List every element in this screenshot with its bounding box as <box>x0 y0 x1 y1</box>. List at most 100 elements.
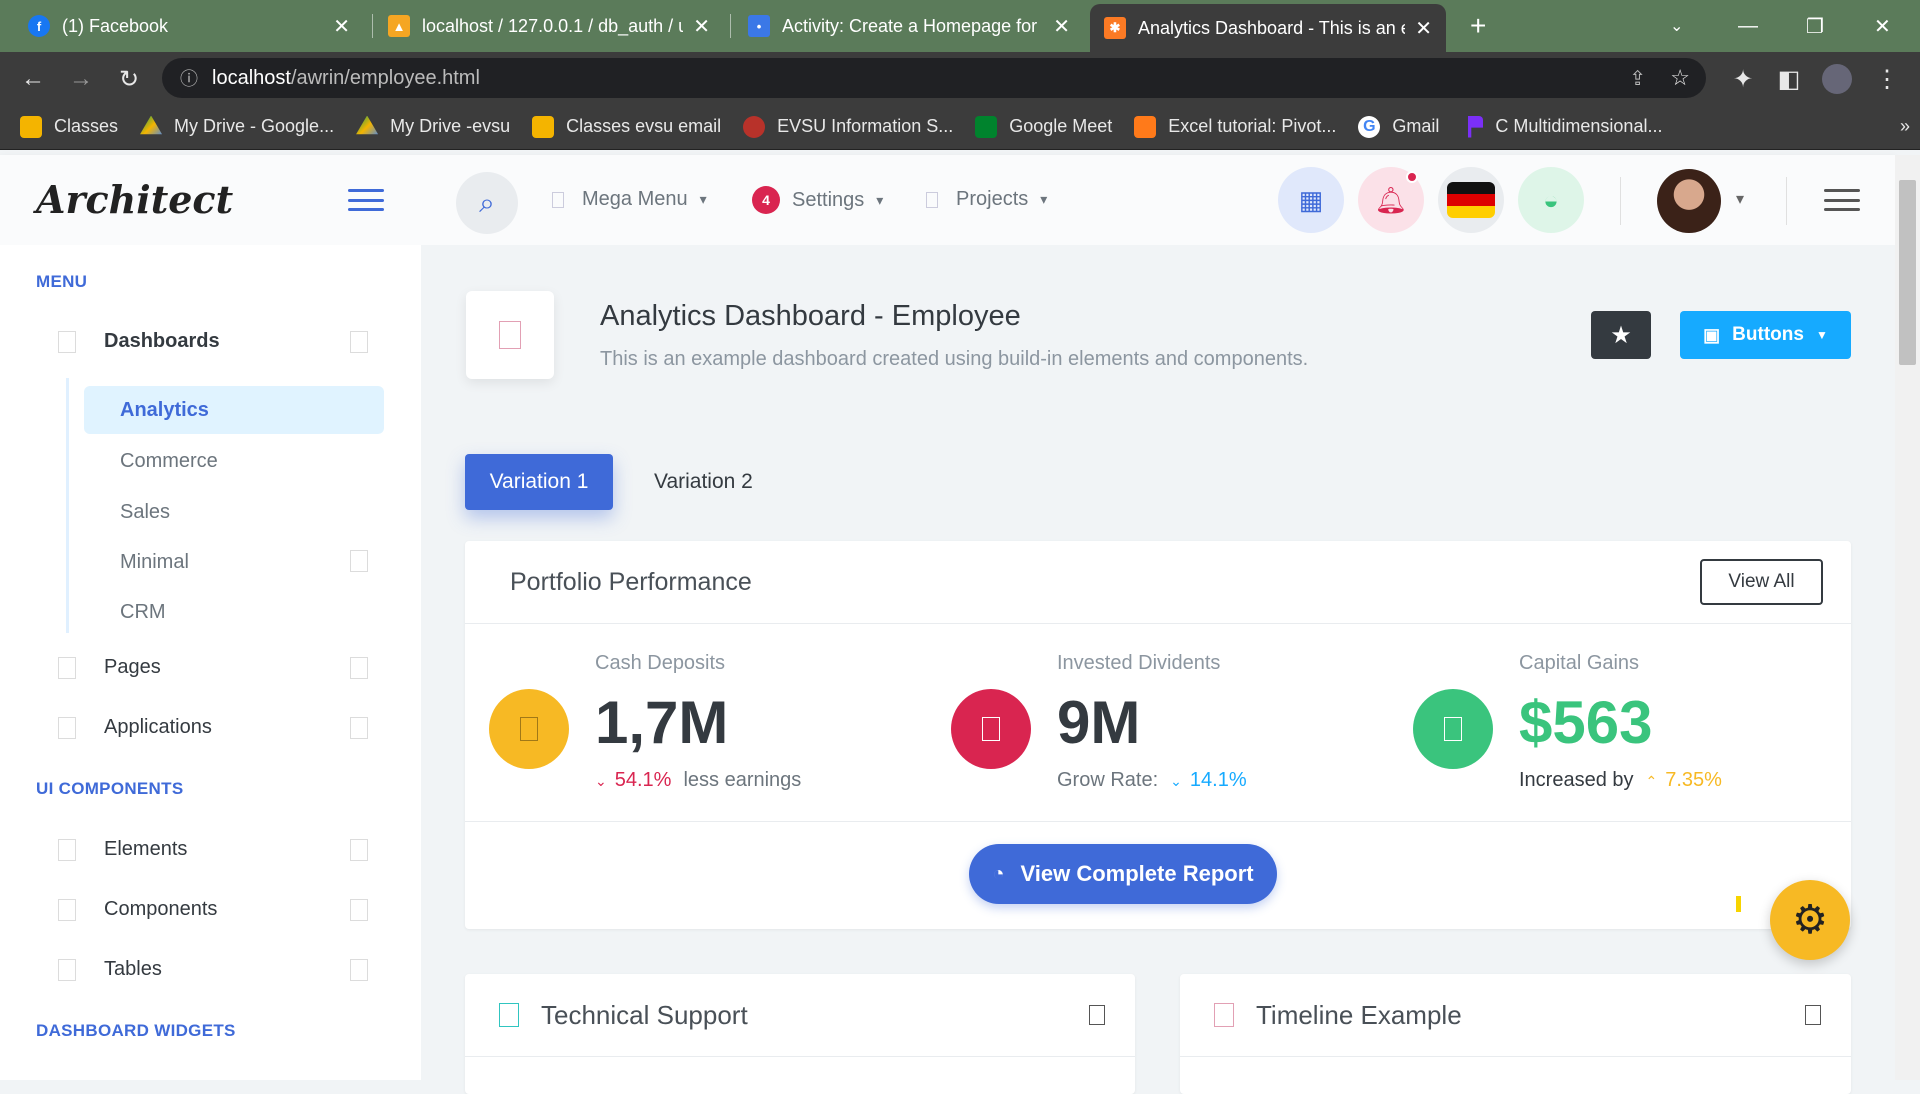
chevron-down-icon: ▾ <box>699 191 707 207</box>
back-icon[interactable]: ← <box>18 64 48 94</box>
portfolio-performance-card: Portfolio Performance View All Cash Depo… <box>465 541 1851 929</box>
google-drive-icon <box>356 115 379 135</box>
page-title-area <box>421 245 1895 425</box>
sidebar-item-dashboards[interactable]: Dashboards <box>58 330 368 353</box>
sidebar-item-sales[interactable]: Sales <box>120 501 170 524</box>
extensions-icon[interactable]: ✦ <box>1728 64 1758 94</box>
minimize-icon[interactable]: — <box>1738 0 1758 52</box>
bookmarks-bar: Classes My Drive - Google... My Drive -e… <box>0 104 1920 150</box>
expand-icon <box>350 716 368 739</box>
close-tab-icon[interactable]: ✕ <box>1415 16 1432 41</box>
avatar[interactable] <box>1657 169 1721 233</box>
sidebar-item-elements[interactable]: Elements <box>58 838 368 861</box>
chevron-down-icon[interactable]: ▾ <box>1736 189 1744 209</box>
new-tab-button[interactable]: + <box>1470 0 1486 52</box>
sidebar-toggle-icon[interactable] <box>348 189 384 211</box>
bookmark-drive-google[interactable]: My Drive - Google... <box>140 115 334 138</box>
settings-gear-button[interactable]: ⚙ <box>1770 880 1850 960</box>
browser-tab-activity[interactable]: • Activity: Create a Homepage for I ✕ <box>734 0 1084 52</box>
favorite-star-button[interactable]: ★ <box>1591 311 1651 359</box>
tab-search-icon[interactable]: ⌄ <box>1670 0 1683 52</box>
notification-bell-icon[interactable]: 🔔︎ <box>1358 167 1424 233</box>
bookmark-google-meet[interactable]: Google Meet <box>975 115 1112 138</box>
tab-variation-2[interactable]: Variation 2 <box>654 454 753 510</box>
url-path: /awrin/employee.html <box>290 66 480 89</box>
page-title: Analytics Dashboard - Employee <box>600 300 1021 332</box>
url-host: localhost <box>212 66 291 89</box>
sidebar-item-applications[interactable]: Applications <box>58 716 368 739</box>
bookmark-gmail[interactable]: G Gmail <box>1358 115 1439 138</box>
options-menu-icon[interactable] <box>1824 189 1860 211</box>
close-tab-icon[interactable]: ✕ <box>333 14 350 39</box>
grid-apps-icon[interactable]: ▦ <box>1278 167 1344 233</box>
logo: Architect <box>36 177 234 222</box>
pages-icon <box>58 656 76 679</box>
site-info-icon[interactable]: ⓘ <box>180 65 198 91</box>
forward-icon[interactable]: → <box>66 64 96 94</box>
bookmark-evsu-info[interactable]: EVSU Information S... <box>743 115 953 138</box>
sidebar-item-crm[interactable]: CRM <box>120 601 166 624</box>
sidebar-item-analytics[interactable]: Analytics <box>120 399 209 422</box>
sidebar-item-components[interactable]: Components <box>58 898 368 921</box>
elements-icon <box>58 838 76 861</box>
card-options-icon[interactable] <box>1089 1005 1105 1025</box>
excel-tutorial-icon <box>1134 115 1157 138</box>
card-header: Technical Support <box>465 974 1135 1057</box>
window-close-icon[interactable]: ✕ <box>1874 0 1891 52</box>
cash-icon <box>489 689 569 769</box>
expand-icon <box>350 330 368 353</box>
sidebar-item-minimal[interactable]: Minimal <box>120 551 189 574</box>
bookmark-classes[interactable]: Classes <box>20 115 118 138</box>
browser-tab-analytics[interactable]: ✱ Analytics Dashboard - This is an e ✕ <box>1090 4 1446 52</box>
card-header: Timeline Example <box>1180 974 1851 1057</box>
address-bar[interactable]: ⓘ localhost/awrin/employee.html ⇪ ☆ <box>162 58 1706 98</box>
card-header: Portfolio Performance View All <box>465 541 1851 624</box>
sidebar-item-tables[interactable]: Tables <box>58 958 368 981</box>
caret-down-icon: ▼ <box>1815 328 1828 342</box>
sidebar-item-pages[interactable]: Pages <box>58 656 368 679</box>
browser-menu-icon[interactable]: ⋮ <box>1872 64 1902 94</box>
phpmyadmin-icon: ▲ <box>388 15 410 37</box>
bookmarks-overflow[interactable]: » <box>1900 116 1910 137</box>
germany-flag-icon[interactable] <box>1438 167 1504 233</box>
search-icon[interactable]: ⌕ <box>456 172 518 234</box>
bookmark-c-multidimensional[interactable]: C Multidimensional... <box>1461 115 1662 138</box>
components-icon <box>58 898 76 921</box>
expand-icon <box>350 898 368 921</box>
bookmark-classes-evsu[interactable]: Classes evsu email <box>532 115 721 138</box>
browser-tab-facebook[interactable]: f (1) Facebook ✕ <box>14 0 364 52</box>
widget-label: Cash Deposits <box>595 652 726 674</box>
gains-icon <box>1413 689 1493 769</box>
sidebar-item-commerce[interactable]: Commerce <box>120 450 218 473</box>
browser-tab-phpmyadmin[interactable]: ▲ localhost / 127.0.0.1 / db_auth / u ✕ <box>374 0 724 52</box>
nav-mega-menu[interactable]: Mega Menu ▾ <box>552 188 707 211</box>
chart-icon: ◔ <box>992 862 1005 885</box>
widget-cash-deposits: Cash Deposits 1,7M ⌄ 54.1% less earnings <box>465 624 927 821</box>
scrollbar-thumb[interactable] <box>1899 180 1916 365</box>
nav-settings[interactable]: 4 Settings ▾ <box>752 186 883 214</box>
activity-icon[interactable]: ◒ <box>1518 167 1584 233</box>
restore-icon[interactable]: ❐ <box>1806 0 1824 52</box>
technical-support-card: Technical Support <box>465 974 1135 1094</box>
close-tab-icon[interactable]: ✕ <box>1053 14 1070 39</box>
close-tab-icon[interactable]: ✕ <box>693 14 710 39</box>
card-title: Timeline Example <box>1256 999 1462 1030</box>
profile-icon[interactable] <box>1822 64 1852 94</box>
reload-icon[interactable]: ↻ <box>114 64 144 94</box>
classroom-icon: • <box>748 15 770 37</box>
view-complete-report-button[interactable]: ◔ View Complete Report <box>969 844 1277 904</box>
tab-variation-1[interactable]: Variation 1 <box>465 454 613 510</box>
share-icon[interactable]: ⇪ <box>1629 66 1646 91</box>
support-icon <box>499 1003 519 1027</box>
chevron-down-icon: ⌄ <box>1170 773 1182 789</box>
bookmark-drive-evsu[interactable]: My Drive -evsu <box>356 115 510 138</box>
card-options-icon[interactable] <box>1805 1005 1821 1025</box>
tables-icon <box>58 958 76 981</box>
side-panel-icon[interactable]: ◧ <box>1774 64 1804 94</box>
bookmark-excel-tutorial[interactable]: Excel tutorial: Pivot... <box>1134 115 1336 138</box>
view-all-button[interactable]: View All <box>1700 559 1823 605</box>
bookmark-star-icon[interactable]: ☆ <box>1670 65 1690 91</box>
buttons-dropdown[interactable]: ▣ Buttons ▼ <box>1680 311 1851 359</box>
nav-projects[interactable]: Projects ▾ <box>926 188 1047 211</box>
app-header: Architect ⌕ Mega Menu ▾ 4 Settings ▾ Pro… <box>0 155 1895 245</box>
